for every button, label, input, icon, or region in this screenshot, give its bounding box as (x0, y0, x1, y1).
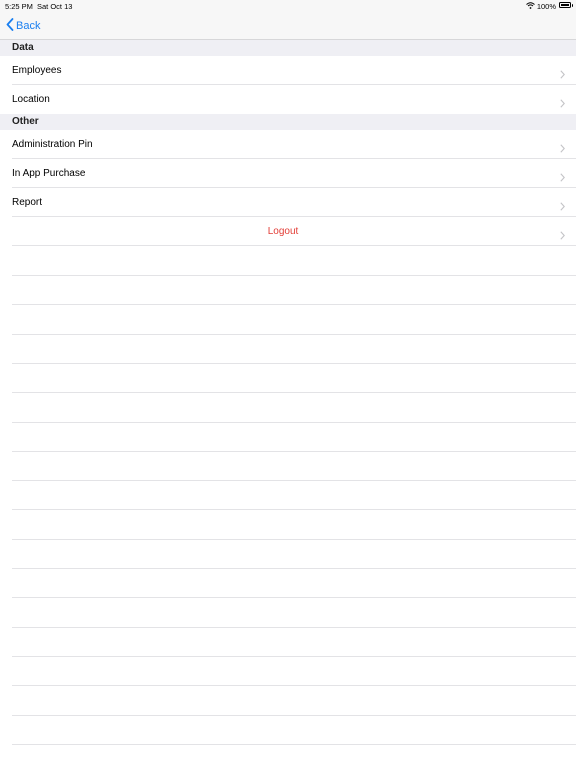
empty-row-separator (12, 685, 576, 687)
navigation-bar: Back (0, 12, 576, 40)
battery-tip (571, 4, 573, 7)
empty-row-separator (12, 304, 576, 306)
empty-row-separator (12, 714, 576, 716)
row-administration-pin[interactable]: Administration Pin (0, 130, 576, 159)
row-label: In App Purchase (12, 168, 86, 179)
logout-label: Logout (267, 226, 299, 237)
status-bar: 5:25 PM Sat Oct 13 100% (0, 0, 576, 12)
section-header-label: Other (12, 116, 39, 127)
chevron-right-icon (560, 95, 565, 113)
section-header-label: Data (12, 42, 34, 53)
status-date: Sat Oct 13 (37, 2, 73, 11)
back-button[interactable]: Back (6, 17, 40, 35)
section-header-data: Data (0, 40, 576, 56)
chevron-right-icon (560, 227, 565, 245)
empty-row-separator (12, 743, 576, 745)
empty-row-separator (12, 626, 576, 628)
row-employees[interactable]: Employees (0, 56, 576, 85)
empty-row-separator (12, 655, 576, 657)
empty-row-separator (12, 509, 576, 511)
empty-row-separator (12, 568, 576, 569)
empty-row-separator (12, 275, 576, 276)
row-location[interactable]: Location (0, 85, 576, 114)
empty-row-separator (12, 421, 576, 423)
empty-row-separator (12, 333, 576, 335)
chevron-right-icon (560, 198, 565, 216)
status-time: 5:25 PM (5, 2, 33, 11)
row-report[interactable]: Report (0, 188, 576, 217)
chevron-right-icon (560, 169, 565, 187)
row-separator (12, 245, 576, 246)
row-label: Report (12, 197, 43, 208)
chevron-left-icon (6, 18, 16, 34)
row-label: Administration Pin (12, 139, 93, 150)
empty-row-separator (12, 362, 576, 364)
row-label: Location (12, 94, 50, 105)
logout-button[interactable]: Logout (0, 217, 576, 246)
section-header-other: Other (0, 114, 576, 130)
back-label: Back (16, 20, 41, 32)
empty-row-separator (12, 392, 576, 394)
row-in-app-purchase[interactable]: In App Purchase (0, 159, 576, 188)
chevron-right-icon (560, 140, 565, 158)
wifi-icon (526, 2, 535, 11)
empty-row-separator (12, 538, 576, 540)
empty-row-separator (12, 450, 576, 452)
empty-row-separator (12, 480, 576, 482)
chevron-right-icon (560, 66, 565, 84)
battery-percentage: 100% (536, 2, 556, 11)
row-label: Employees (12, 65, 62, 76)
battery-icon (559, 2, 571, 8)
empty-row-separator (12, 597, 576, 599)
